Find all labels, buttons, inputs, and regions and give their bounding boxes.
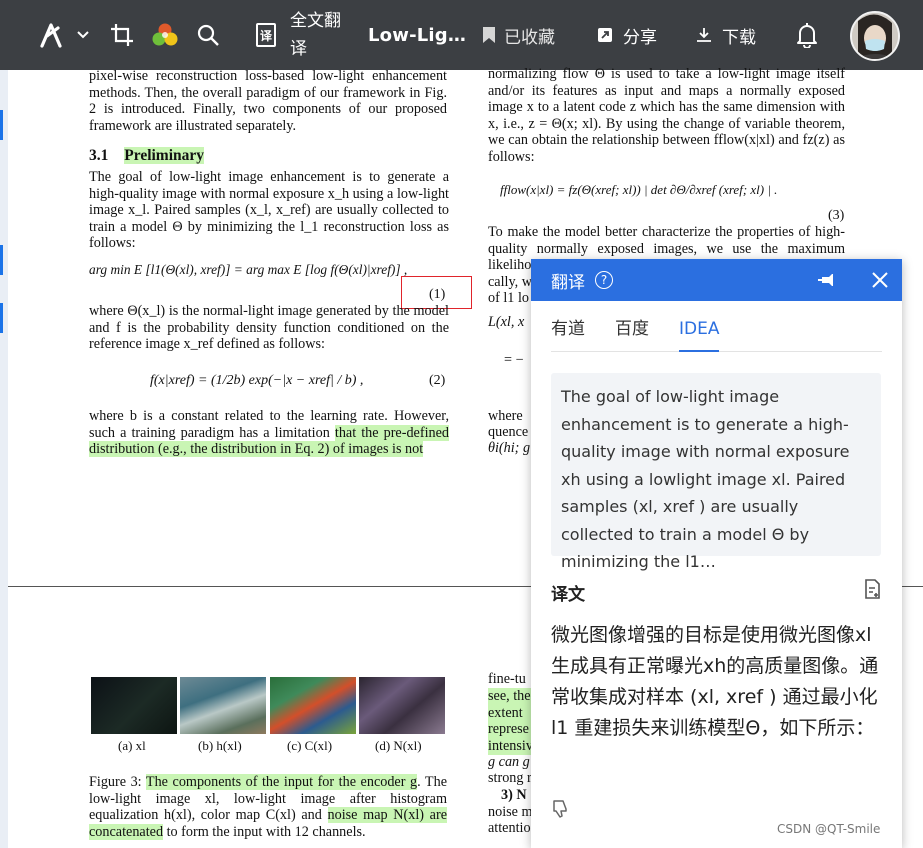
equation-3: fflow(x|xl) = fz(Θ(xref; xl)) | det ∂Θ/∂… bbox=[500, 182, 778, 197]
right-fragment: 3) N bbox=[501, 787, 527, 803]
crop-button[interactable] bbox=[110, 0, 134, 70]
equation-3-number: (3) bbox=[828, 208, 845, 223]
right-fragment: strong r bbox=[488, 770, 532, 786]
favorite-button[interactable]: 已收藏 bbox=[482, 0, 555, 70]
figure-caption-d: (d) N(xl) bbox=[375, 738, 422, 753]
right-fragment: see, the bbox=[488, 688, 532, 705]
left-marker bbox=[0, 110, 3, 140]
tab-youdao[interactable]: 有道 bbox=[551, 315, 585, 352]
equation-2-number: (2) bbox=[429, 373, 446, 388]
full-translate-label: 全文翻译 bbox=[290, 11, 341, 59]
right-fragment: of l1 lo bbox=[488, 290, 529, 306]
panel-header: 翻译 ? bbox=[531, 259, 902, 301]
right-flow-paragraph: normalizing flow Θ is used to take a low… bbox=[488, 66, 845, 165]
figure-caption-b: (b) h(xl) bbox=[198, 738, 242, 753]
right-fragment: noise m bbox=[488, 804, 533, 820]
share-button[interactable]: 分享 bbox=[597, 0, 657, 70]
right-fragment: θi(hi; g bbox=[488, 440, 531, 456]
figure-thumbnail-d bbox=[359, 677, 445, 734]
translation-panel: 翻译 ? 有道 百度 IDEA The goal of low-light im… bbox=[531, 259, 902, 848]
right-fragment: cally, w bbox=[488, 274, 532, 290]
source-text: The goal of low-light image enhancement … bbox=[551, 373, 881, 571]
panel-title: 翻译 bbox=[551, 272, 585, 293]
share-icon bbox=[598, 28, 612, 42]
color-circles-icon bbox=[152, 23, 178, 46]
translate-icon: 译 bbox=[256, 23, 276, 47]
top-toolbar: 译 全文翻译 Low-Lig… 已收藏 分享 下载 bbox=[0, 0, 923, 70]
figure-3-highlight: The components of the input for the enco… bbox=[145, 774, 418, 790]
color-theme-button[interactable] bbox=[150, 0, 180, 70]
close-icon[interactable] bbox=[871, 271, 889, 289]
figure-caption-a: (a) xl bbox=[118, 738, 146, 753]
right-fragment: L(xl, x bbox=[488, 314, 525, 330]
pin-icon[interactable] bbox=[817, 270, 837, 290]
right-fragment: g can g bbox=[488, 754, 530, 770]
equation-1: arg min E [l1(Θ(xl), xref)] = arg max E … bbox=[89, 262, 408, 277]
left-strip bbox=[0, 70, 8, 848]
logo-icon bbox=[40, 23, 62, 48]
document-title: Low-Lig… bbox=[368, 24, 467, 46]
limitation-paragraph: where b is a constant related to the lea… bbox=[89, 408, 449, 458]
section-number: 3.1 bbox=[89, 147, 109, 164]
tab-baidu[interactable]: 百度 bbox=[615, 315, 649, 352]
right-fragment: likeliho bbox=[488, 257, 532, 273]
search-button[interactable] bbox=[196, 0, 220, 70]
right-fragment: where bbox=[488, 408, 523, 424]
user-avatar[interactable] bbox=[850, 11, 900, 61]
preliminary-paragraph: The goal of low-light image enhancement … bbox=[89, 169, 449, 252]
right-fragment: quence bbox=[488, 424, 529, 440]
help-icon[interactable]: ? bbox=[595, 271, 613, 289]
figure-thumbnail-b bbox=[180, 677, 266, 734]
crop-icon bbox=[111, 24, 133, 46]
figure-3-text-end: to form the input with 12 channels. bbox=[163, 823, 366, 840]
download-label: 下载 bbox=[722, 27, 756, 48]
paper-intro-paragraph: pixel-wise reconstruction loss-based low… bbox=[89, 68, 447, 134]
download-icon bbox=[697, 28, 711, 42]
avatar-image bbox=[852, 13, 898, 59]
figure-thumbnail-a bbox=[91, 677, 177, 734]
full-translate-button[interactable]: 译 全文翻译 bbox=[256, 0, 348, 70]
bookmark-icon bbox=[483, 27, 495, 43]
right-fragment: attentio bbox=[488, 820, 531, 836]
copy-icon[interactable] bbox=[863, 579, 881, 599]
download-button[interactable]: 下载 bbox=[696, 0, 756, 70]
figure-3-label: Figure 3: bbox=[89, 774, 146, 790]
right-fragment: fine-tu bbox=[488, 671, 526, 687]
thumbs-down-icon[interactable] bbox=[551, 799, 569, 819]
figure-3-caption: Figure 3: The components of the input fo… bbox=[89, 774, 447, 840]
section-title: Preliminary bbox=[124, 147, 205, 164]
left-marker bbox=[0, 303, 3, 333]
search-icon bbox=[197, 24, 219, 46]
right-fragment: represe bbox=[488, 721, 532, 738]
right-model-paragraph: To make the model better characterize th… bbox=[488, 224, 845, 257]
where-paragraph: where Θ(x_l) is the normal-light image g… bbox=[89, 303, 449, 353]
figure-thumbnail-c bbox=[270, 677, 356, 734]
section-heading: 3.1 Preliminary bbox=[89, 147, 205, 165]
favorite-label: 已收藏 bbox=[504, 27, 555, 48]
figure-caption-c: (c) C(xl) bbox=[287, 738, 333, 753]
tab-idea[interactable]: IDEA bbox=[679, 315, 720, 352]
share-label: 分享 bbox=[623, 27, 657, 48]
translation-label: 译文 bbox=[551, 585, 585, 605]
translation-tabs: 有道 百度 IDEA bbox=[551, 315, 882, 352]
equation-2: f(x|xref) = (1/2b) exp(−|x − xref| / b) … bbox=[150, 373, 364, 388]
right-fragment: intensiv bbox=[488, 738, 533, 755]
right-fragment: = − bbox=[504, 352, 524, 368]
left-marker bbox=[0, 245, 3, 275]
app-logo-menu[interactable] bbox=[38, 0, 90, 70]
chevron-down-icon bbox=[77, 31, 89, 39]
translated-text: 微光图像增强的目标是使用微光图像xl生成具有正常曝光xh的高质量图像。通常收集成… bbox=[551, 624, 879, 739]
notifications-button[interactable] bbox=[796, 0, 818, 70]
watermark: CSDN @QT-Smile bbox=[777, 822, 881, 836]
bell-icon bbox=[797, 23, 817, 48]
